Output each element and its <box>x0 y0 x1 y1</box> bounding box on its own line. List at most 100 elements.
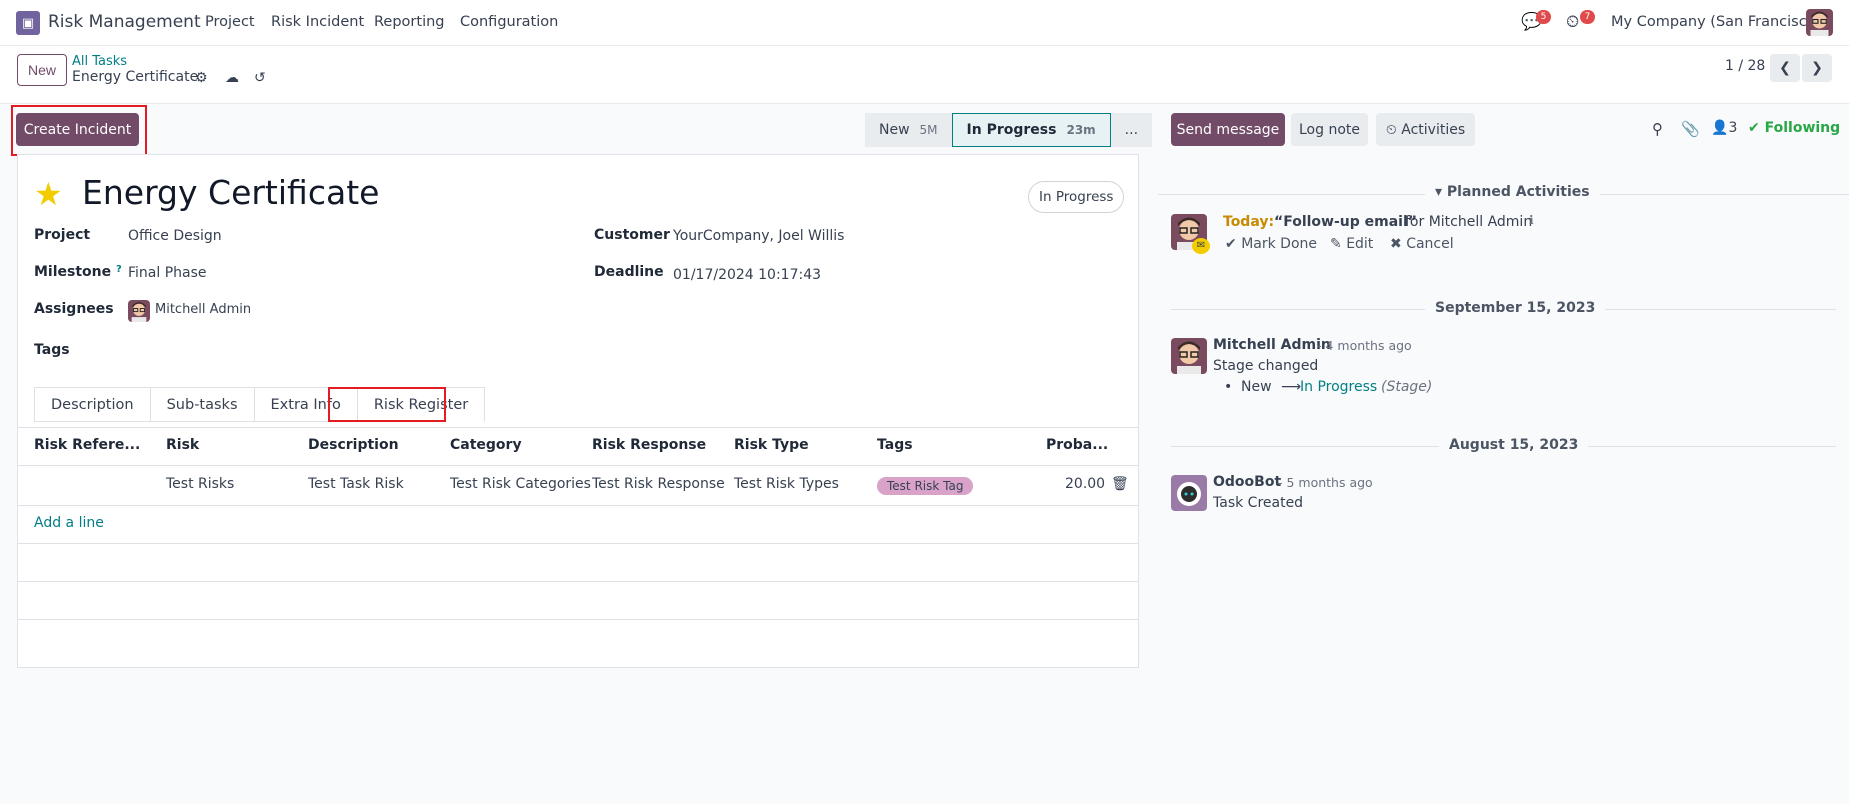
activities-badge: 7 <box>1580 10 1595 24</box>
deadline-label: Deadline <box>594 264 664 280</box>
edit-label: Edit <box>1346 236 1374 252</box>
tab-description[interactable]: Description <box>34 387 151 422</box>
mark-done-link[interactable]: ✔ Mark Done <box>1225 236 1317 252</box>
cell-tag-badge[interactable]: Test Risk Tag <box>877 477 974 495</box>
search-icon[interactable]: ⚲ <box>1652 120 1663 138</box>
col-probability[interactable]: Proba... <box>1046 437 1108 453</box>
top-navbar: ▣ Risk Management Project Risk Incident … <box>0 0 1849 46</box>
message-author[interactable]: OdooBot <box>1213 474 1281 490</box>
user-avatar[interactable] <box>1806 9 1833 36</box>
message-date: - 4 months ago <box>1317 338 1412 353</box>
assignee-avatar <box>128 300 150 322</box>
project-field[interactable]: Office Design <box>128 228 222 244</box>
add-a-line-link[interactable]: Add a line <box>34 515 104 531</box>
company-switcher[interactable]: My Company (San Francisco) <box>1611 14 1821 30</box>
tracking-field: (Stage) <box>1381 379 1433 395</box>
menu-configuration[interactable]: Configuration <box>460 14 558 30</box>
following-button[interactable]: ✔ Following <box>1748 120 1840 136</box>
check-icon: ✔ <box>1225 236 1242 252</box>
menu-risk-incident[interactable]: Risk Incident <box>271 14 364 30</box>
breadcrumb-all-tasks[interactable]: All Tasks <box>72 54 127 69</box>
odoobot-avatar[interactable] <box>1171 475 1207 511</box>
email-activity-icon: ✉ <box>1192 238 1210 254</box>
customer-label: Customer <box>594 227 670 243</box>
clock-icon: ⏲ <box>1385 121 1402 138</box>
mark-done-label: Mark Done <box>1241 236 1317 252</box>
message-date: - 5 months ago <box>1278 475 1373 490</box>
discard-icon[interactable]: ↺ <box>254 70 266 86</box>
app-name[interactable]: Risk Management <box>48 12 201 32</box>
message-body: Stage changed <box>1213 358 1319 374</box>
pager-value[interactable]: 1 / 28 <box>1725 58 1765 74</box>
milestone-help-icon[interactable]: ? <box>116 264 122 275</box>
messages-badge: 5 <box>1536 10 1551 24</box>
assignee-name[interactable]: Mitchell Admin <box>155 302 251 317</box>
activities-clock-icon[interactable]: ⏲ <box>1566 12 1579 32</box>
tags-label: Tags <box>34 342 70 358</box>
message-author[interactable]: Mitchell Admin <box>1213 337 1331 353</box>
highlight-risk-register-tab <box>328 387 446 422</box>
status-indicator[interactable]: In Progress <box>1028 181 1125 213</box>
close-icon: ✖ <box>1390 236 1407 252</box>
breadcrumb-current: Energy Certificate <box>72 69 199 85</box>
col-risk-reference[interactable]: Risk Refere... <box>34 437 140 453</box>
pager-next-icon[interactable]: ❯ <box>1802 54 1832 82</box>
planned-activities-toggle[interactable]: ▾ Planned Activities <box>1425 184 1600 200</box>
cell-description[interactable]: Test Task Risk <box>308 476 404 492</box>
cancel-link[interactable]: ✖ Cancel <box>1390 236 1454 252</box>
stage-new-label: New <box>879 122 910 138</box>
activity-summary: “Follow-up email” <box>1274 214 1417 230</box>
stage-in-progress-label: In Progress <box>966 122 1057 138</box>
edit-link[interactable]: ✎ Edit <box>1330 236 1373 252</box>
col-tags[interactable]: Tags <box>877 437 913 453</box>
planned-activities-label: Planned Activities <box>1446 184 1590 200</box>
new-button[interactable]: New <box>17 54 67 86</box>
stage-more[interactable]: ... <box>1110 113 1153 147</box>
col-risk-response[interactable]: Risk Response <box>592 437 706 453</box>
col-risk-type[interactable]: Risk Type <box>734 437 809 453</box>
highlight-create-incident <box>11 105 147 156</box>
delete-row-icon[interactable]: 🗑 <box>1111 476 1129 492</box>
cell-risk[interactable]: Test Risks <box>166 476 234 492</box>
deadline-field[interactable]: 01/17/2024 10:17:43 <box>673 267 821 283</box>
activity-assignee: for Mitchell Admin <box>1405 214 1533 230</box>
stage-in-progress-time: 23m <box>1066 123 1096 137</box>
col-risk[interactable]: Risk <box>166 437 199 453</box>
date-separator: August 15, 2023 <box>1439 437 1589 453</box>
cell-probability[interactable]: 20.00 <box>1065 476 1105 492</box>
activities-button[interactable]: ⏲ Activities <box>1376 113 1475 146</box>
priority-star-icon[interactable]: ★ <box>34 175 63 213</box>
pager-previous-icon[interactable]: ❮ <box>1770 54 1800 82</box>
cell-risk-response[interactable]: Test Risk Response <box>592 476 725 492</box>
following-label: Following <box>1764 120 1841 136</box>
send-message-button[interactable]: Send message <box>1171 113 1285 146</box>
menu-project[interactable]: Project <box>205 14 255 30</box>
activity-due: Today: <box>1223 214 1275 230</box>
app-menu-icon[interactable]: ▣ <box>16 11 40 35</box>
paperclip-icon[interactable]: 📎 <box>1681 120 1700 138</box>
col-category[interactable]: Category <box>450 437 522 453</box>
followers-button[interactable]: 👤3 <box>1711 120 1737 136</box>
info-icon[interactable]: ℹ <box>1529 213 1534 227</box>
cell-risk-type[interactable]: Test Risk Types <box>734 476 839 492</box>
activities-button-label: Activities <box>1401 121 1466 138</box>
arrow-right-icon: ⟶ <box>1281 379 1302 395</box>
gear-icon[interactable]: ⚙ <box>195 70 208 86</box>
save-cloud-icon[interactable]: ☁ <box>225 70 239 86</box>
milestone-label-text: Milestone <box>34 264 112 280</box>
log-note-button[interactable]: Log note <box>1291 113 1368 146</box>
customer-field[interactable]: YourCompany, Joel Willis <box>673 228 844 244</box>
stage-new[interactable]: New 5M <box>865 113 952 147</box>
stage-in-progress[interactable]: In Progress 23m <box>951 113 1111 147</box>
col-description[interactable]: Description <box>308 437 399 453</box>
message-avatar[interactable] <box>1171 338 1207 374</box>
stage-new-time: 5M <box>919 123 938 137</box>
followers-count: 3 <box>1728 120 1738 136</box>
cancel-label: Cancel <box>1406 236 1454 252</box>
milestone-field[interactable]: Final Phase <box>128 265 207 281</box>
pencil-icon: ✎ <box>1330 236 1347 252</box>
menu-reporting[interactable]: Reporting <box>374 14 445 30</box>
task-title[interactable]: Energy Certificate <box>82 173 379 212</box>
cell-category[interactable]: Test Risk Categories <box>450 476 591 492</box>
tab-sub-tasks[interactable]: Sub-tasks <box>149 387 255 422</box>
